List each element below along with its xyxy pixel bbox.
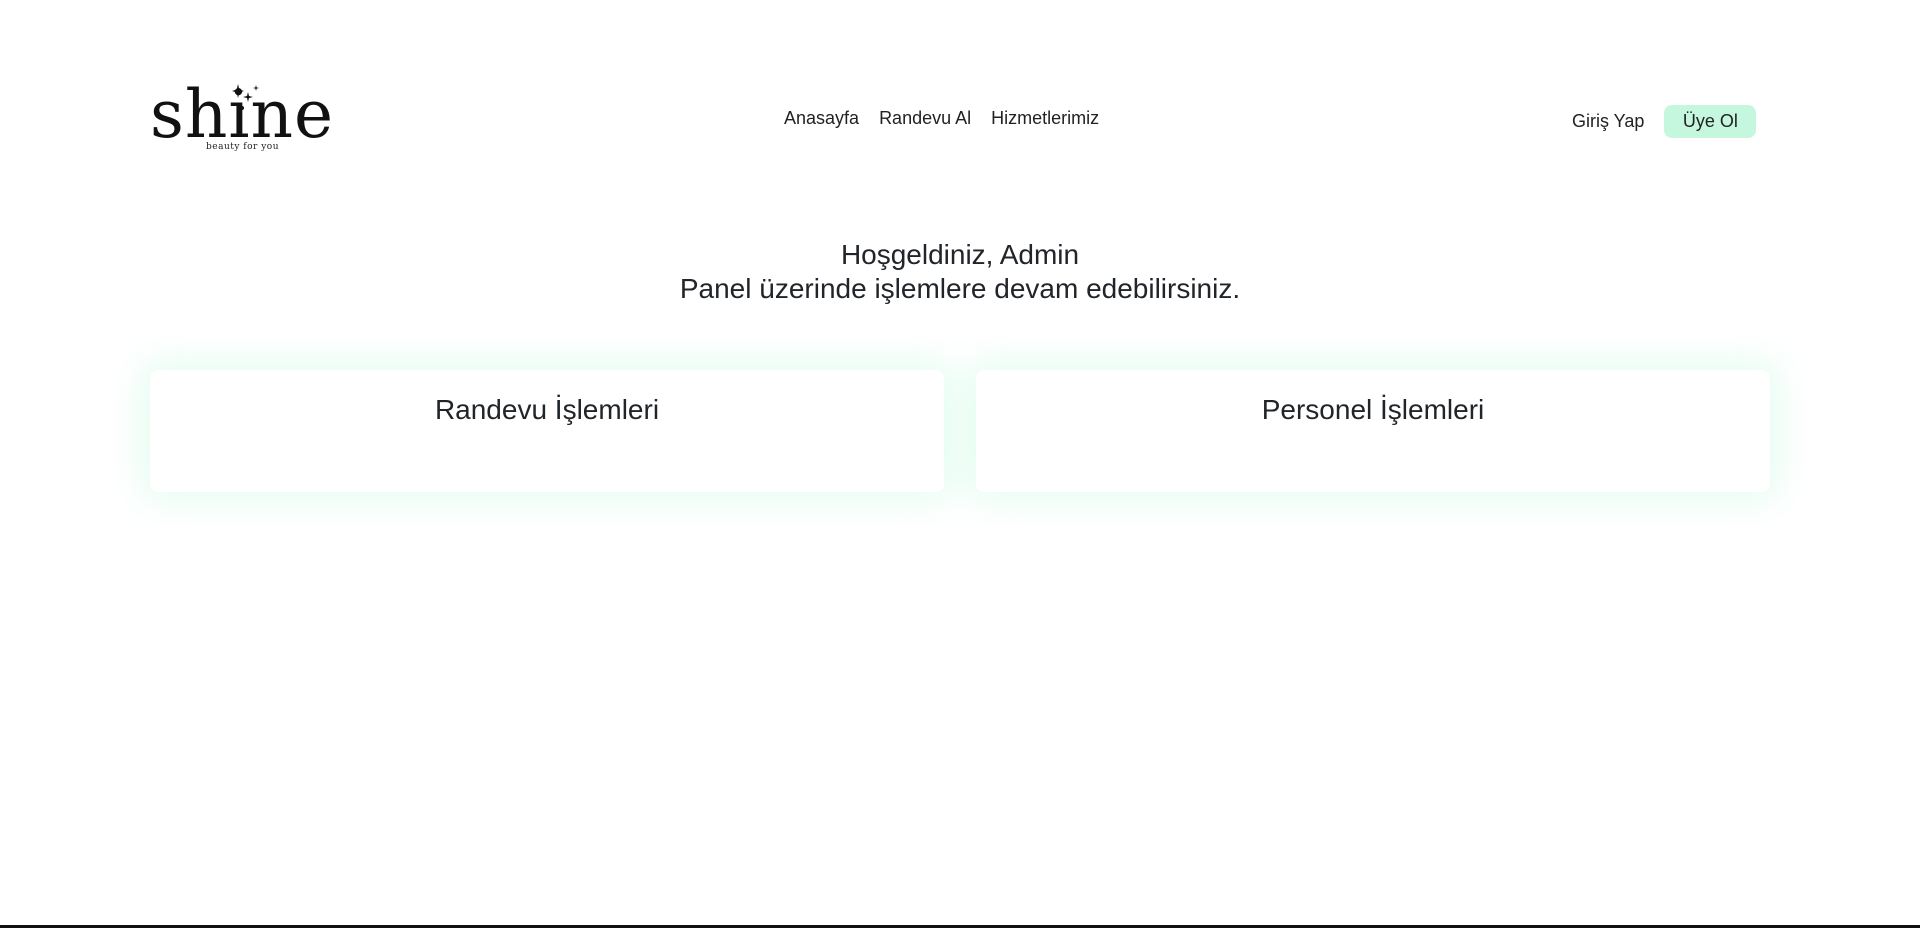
card-title: Randevu İşlemleri [434,394,660,425]
nav-item-anasayfa[interactable]: Anasayfa [784,108,859,129]
welcome-subheading: Panel üzerinde işlemlere devam edebilirs… [679,273,1241,304]
nav-item-randevu-al[interactable]: Randevu Al [879,108,971,129]
staff-operations-card[interactable]: Personel İşlemleri [976,370,1770,492]
logo-tagline: beauty for you [206,142,280,152]
welcome-message: Hoşgeldiniz, Admin Panel üzerinde işleml… [0,238,1920,306]
nav-item-hizmetlerimiz[interactable]: Hizmetlerimiz [991,108,1099,129]
appointment-operations-card[interactable]: Randevu İşlemleri [150,370,944,492]
welcome-heading: Hoşgeldiniz, Admin [840,239,1080,270]
header: shine beauty for you Anasayfa Randevu Al… [0,0,1920,200]
auth-controls: Giriş Yap Üye Ol [1572,105,1757,138]
card-title: Personel İşlemleri [1261,394,1485,425]
page: shine beauty for you Anasayfa Randevu Al… [0,0,1920,928]
login-link[interactable]: Giriş Yap [1572,111,1644,132]
shine-logo[interactable]: shine beauty for you [150,82,340,156]
signup-button[interactable]: Üye Ol [1664,105,1757,138]
sparkles-icon [232,84,259,110]
main-nav: Anasayfa Randevu Al Hizmetlerimiz [784,108,1099,129]
